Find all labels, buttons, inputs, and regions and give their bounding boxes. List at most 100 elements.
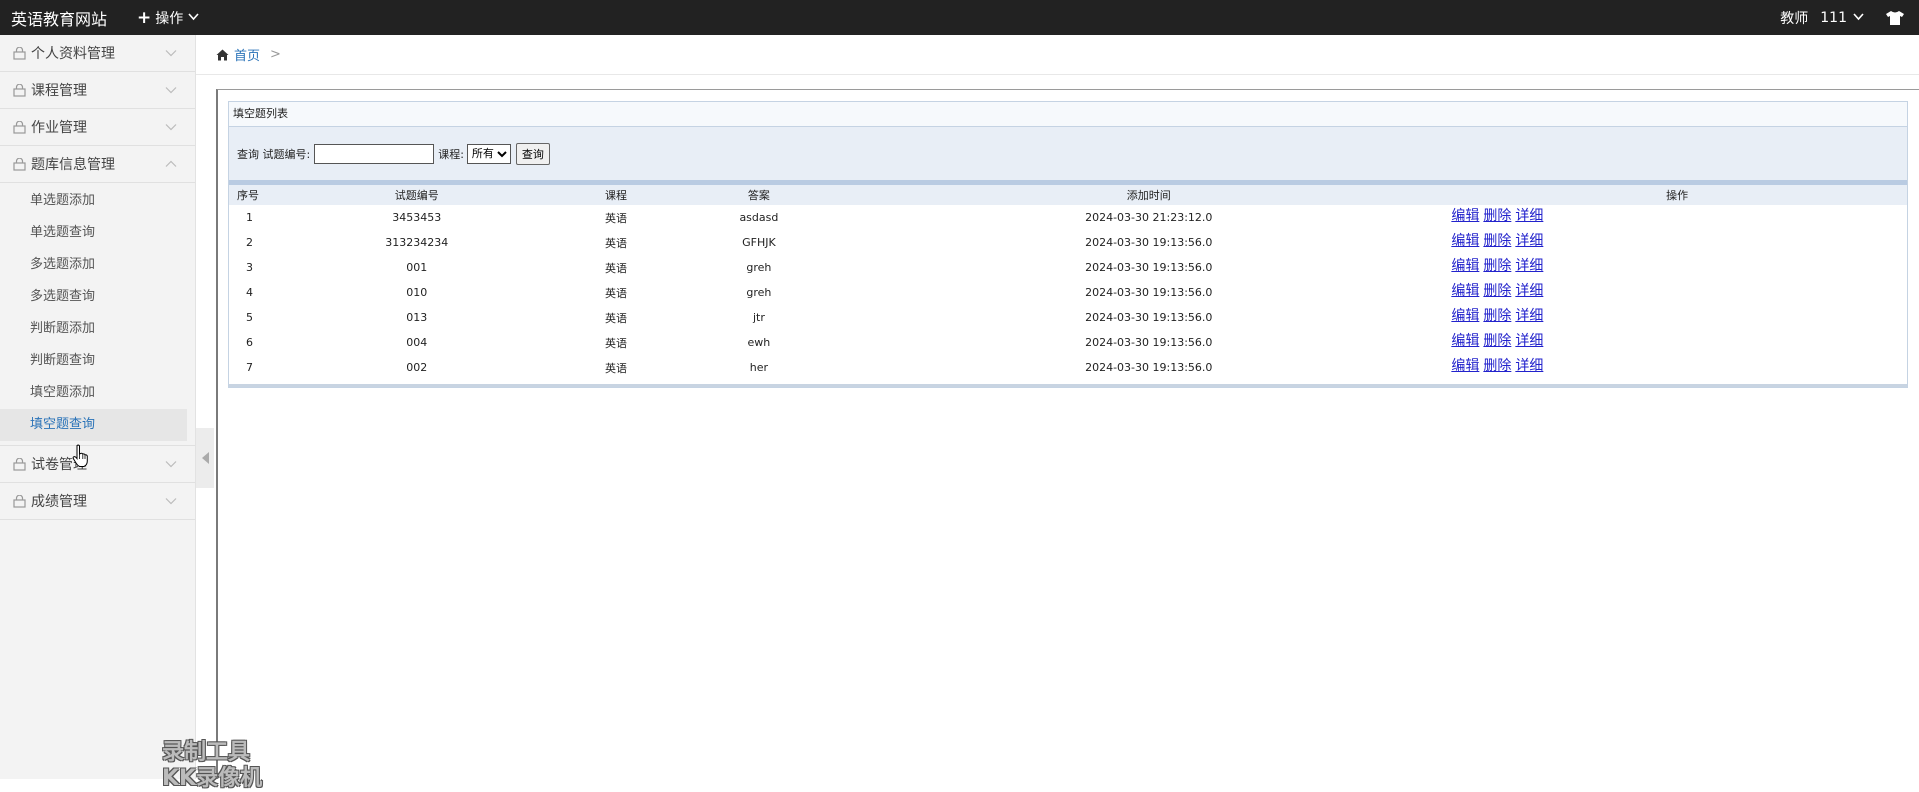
detail-link[interactable]: 详细	[1515, 205, 1543, 225]
table-header-row: 序号 试题编号 课程 答案 添加时间 操作	[229, 185, 1907, 205]
fill-blank-table: 序号 试题编号 课程 答案 添加时间 操作 1 3453453 英语 asdasd 20…	[229, 185, 1907, 380]
edit-link[interactable]: 编辑	[1451, 330, 1479, 350]
table-row: 3 001 英语 greh 2024-03-30 19:13:56.0 编辑 删除 详细	[229, 255, 1907, 280]
chevron-down-icon	[165, 87, 177, 94]
chevron-up-icon	[165, 160, 177, 167]
row-time: 2024-03-30 19:13:56.0	[1085, 261, 1213, 274]
sidebar-item-multi-choice-query[interactable]: 多选题查询	[0, 281, 187, 313]
row-ops: 编辑 删除 详细	[1449, 355, 1907, 375]
row-answer: greh	[746, 286, 772, 299]
home-icon	[216, 49, 229, 60]
sidebar-item-true-false-add[interactable]: 判断题添加	[0, 313, 187, 345]
row-index: 6	[246, 336, 253, 349]
row-ops: 编辑 删除 详细	[1449, 205, 1907, 225]
edit-link[interactable]: 编辑	[1451, 205, 1479, 225]
row-code: 313234234	[385, 236, 449, 249]
row-answer: her	[749, 361, 769, 374]
row-index: 4	[246, 286, 253, 299]
header-ops: 操作	[1666, 189, 1689, 202]
edit-link[interactable]: 编辑	[1451, 230, 1479, 250]
sidebar-group-label: 题库信息管理	[31, 157, 115, 173]
row-time: 2024-03-30 19:13:56.0	[1085, 286, 1213, 299]
row-course: 英语	[605, 361, 628, 375]
row-course: 英语	[605, 236, 628, 250]
lock-icon	[13, 120, 26, 134]
header-index: 序号	[237, 189, 259, 202]
site-title[interactable]: 英语教育网站	[0, 6, 135, 30]
delete-link[interactable]: 删除	[1483, 355, 1511, 375]
detail-link[interactable]: 详细	[1515, 230, 1543, 250]
sidebar-group-homework[interactable]: 作业管理	[0, 109, 195, 146]
course-label: 课程:	[438, 147, 464, 161]
row-code: 002	[406, 361, 428, 374]
edit-link[interactable]: 编辑	[1451, 305, 1479, 325]
breadcrumb-home-link[interactable]: 首页	[234, 45, 260, 64]
sidebar-collapse-toggle[interactable]	[196, 428, 214, 488]
row-course: 英语	[605, 311, 628, 325]
row-index: 1	[246, 211, 253, 224]
sidebar-item-fill-blank-query[interactable]: 填空题查询	[0, 409, 187, 441]
delete-link[interactable]: 删除	[1483, 230, 1511, 250]
row-index: 3	[246, 261, 253, 274]
table-row: 4 010 英语 greh 2024-03-30 19:13:56.0 编辑 删除 详细	[229, 280, 1907, 305]
operations-menu[interactable]: + 操作	[137, 8, 199, 28]
user-role: 教师	[1780, 10, 1809, 27]
sidebar-group-question-bank[interactable]: 题库信息管理	[0, 146, 195, 183]
query-label: 查询 试题编号:	[237, 147, 311, 161]
lock-icon	[13, 83, 26, 97]
detail-link[interactable]: 详细	[1515, 355, 1543, 375]
table-row: 5 013 英语 jtr 2024-03-30 19:13:56.0 编辑 删除 详细	[229, 305, 1907, 330]
chevron-left-icon	[201, 452, 209, 464]
row-time: 2024-03-30 21:23:12.0	[1085, 211, 1213, 224]
sidebar-item-single-choice-query[interactable]: 单选题查询	[0, 217, 187, 249]
lock-icon	[13, 457, 26, 471]
detail-link[interactable]: 详细	[1515, 280, 1543, 300]
delete-link[interactable]: 删除	[1483, 205, 1511, 225]
delete-link[interactable]: 删除	[1483, 280, 1511, 300]
sidebar-item-single-choice-add[interactable]: 单选题添加	[0, 185, 187, 217]
row-index: 5	[246, 311, 253, 324]
sidebar-item-true-false-query[interactable]: 判断题查询	[0, 345, 187, 377]
watermark-line1: 录制工具	[162, 740, 251, 765]
sidebar-item-multi-choice-add[interactable]: 多选题添加	[0, 249, 187, 281]
delete-link[interactable]: 删除	[1483, 330, 1511, 350]
sidebar-group-course[interactable]: 课程管理	[0, 72, 195, 109]
top-navbar: 英语教育网站 + 操作 教师 111	[0, 0, 1919, 35]
delete-link[interactable]: 删除	[1483, 255, 1511, 275]
sidebar-group-label: 作业管理	[31, 120, 87, 136]
header-course: 课程	[605, 189, 628, 202]
sidebar-group-profile[interactable]: 个人资料管理	[0, 35, 195, 72]
row-index: 7	[246, 361, 253, 374]
row-answer: GFHJK	[742, 236, 776, 249]
sidebar-item-fill-blank-add[interactable]: 填空题添加	[0, 377, 187, 409]
row-course: 英语	[605, 211, 628, 225]
chevron-down-icon	[188, 11, 199, 24]
question-code-input[interactable]	[314, 143, 435, 164]
sidebar-group-scores[interactable]: 成绩管理	[0, 483, 195, 520]
row-course: 英语	[605, 286, 628, 300]
edit-link[interactable]: 编辑	[1451, 355, 1479, 375]
panel-bottom-border	[229, 384, 1907, 387]
edit-link[interactable]: 编辑	[1451, 280, 1479, 300]
sidebar-group-exam-paper[interactable]: 试卷管理	[0, 446, 195, 483]
detail-link[interactable]: 详细	[1515, 330, 1543, 350]
detail-link[interactable]: 详细	[1515, 255, 1543, 275]
row-ops: 编辑 删除 详细	[1449, 230, 1907, 250]
course-select[interactable]: 所有	[466, 143, 511, 164]
delete-link[interactable]: 删除	[1483, 305, 1511, 325]
panel-title: 填空题列表	[229, 102, 1907, 127]
username: 111	[1820, 9, 1847, 26]
row-course: 英语	[605, 336, 628, 350]
theme-shirt-icon[interactable]	[1886, 10, 1904, 25]
user-menu[interactable]: 111	[1820, 10, 1864, 26]
hand-cursor-icon	[72, 444, 88, 467]
question-bank-submenu: 单选题添加 单选题查询 多选题添加 多选题查询 判断题添加 判断题查询 填空题添…	[0, 183, 195, 446]
row-code: 004	[406, 336, 428, 349]
edit-link[interactable]: 编辑	[1451, 255, 1479, 275]
row-code: 3453453	[392, 211, 442, 224]
search-button[interactable]: 查询	[515, 142, 550, 165]
lock-icon	[13, 157, 26, 171]
row-answer: asdasd	[739, 211, 779, 224]
detail-link[interactable]: 详细	[1515, 305, 1543, 325]
row-answer: jtr	[752, 311, 765, 324]
